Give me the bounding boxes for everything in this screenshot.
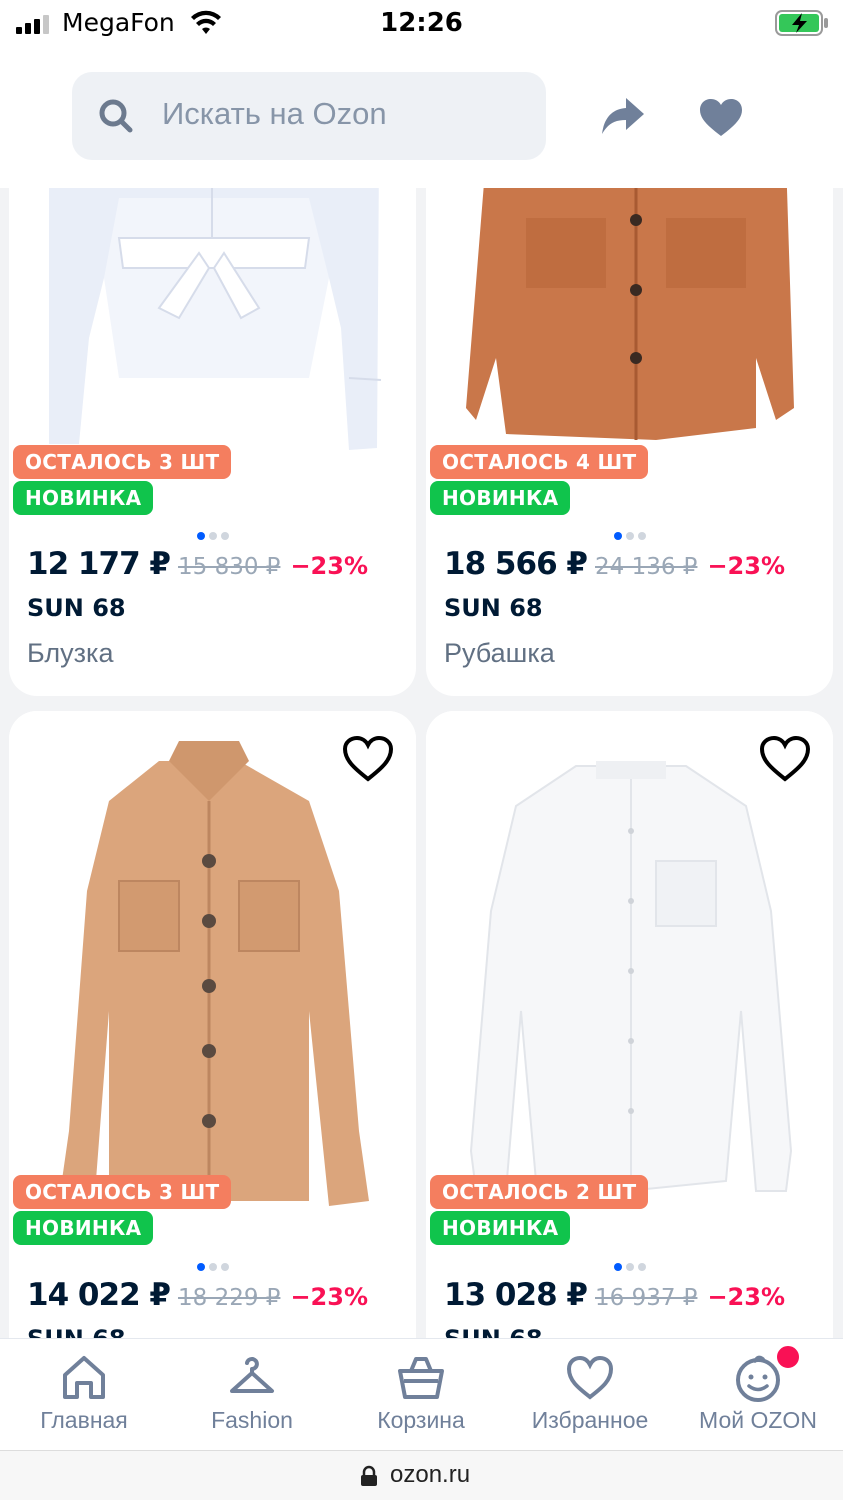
- favorites-header-icon[interactable]: [698, 98, 744, 138]
- clock: 12:26: [380, 8, 463, 38]
- home-icon: [63, 1356, 105, 1399]
- stock-badge: ОСТАЛОСЬ 2 ШТ: [430, 1175, 649, 1209]
- lock-icon: [361, 1465, 377, 1486]
- new-badge: НОВИНКА: [13, 1211, 154, 1245]
- product-name[interactable]: Блузка: [27, 638, 113, 669]
- product-image-blouse[interactable]: [9, 188, 416, 458]
- brand-name: SUN 68: [27, 594, 126, 622]
- image-pager-dots: [9, 1256, 416, 1271]
- new-badge: НОВИНКА: [430, 481, 571, 515]
- image-pager-dots: [426, 525, 833, 540]
- search-input[interactable]: Искать на Ozon: [162, 96, 387, 132]
- share-icon[interactable]: [600, 96, 646, 136]
- old-price: 15 830 ₽: [178, 554, 281, 580]
- price-row: 18 566 ₽ 24 136 ₽ −23%: [444, 546, 785, 586]
- tab-favorites[interactable]: Избранное: [506, 1339, 674, 1451]
- old-price: 18 229 ₽: [178, 1285, 281, 1311]
- heart-icon: [566, 1355, 614, 1400]
- tab-cart[interactable]: Корзина: [337, 1339, 505, 1451]
- discount: −23%: [707, 1283, 785, 1311]
- discount: −23%: [707, 552, 785, 580]
- basket-icon: [398, 1357, 444, 1399]
- product-image-shirt-jacket[interactable]: [9, 711, 416, 1211]
- current-price: 12 177 ₽: [27, 546, 171, 582]
- product-image-corduroy-shirt[interactable]: [426, 188, 833, 458]
- brand-name: SUN 68: [27, 1325, 126, 1338]
- add-to-favorites-button[interactable]: [342, 735, 394, 783]
- browser-address-bar[interactable]: ozon.ru: [0, 1450, 843, 1500]
- price-row: 13 028 ₽ 16 937 ₽ −23%: [444, 1277, 785, 1317]
- current-price: 14 022 ₽: [27, 1277, 171, 1313]
- product-image-white-shirt[interactable]: [426, 711, 833, 1211]
- tab-label: Избранное: [531, 1407, 649, 1433]
- new-badge: НОВИНКА: [430, 1211, 571, 1245]
- stock-badge: ОСТАЛОСЬ 4 ШТ: [430, 445, 649, 479]
- tab-label: Fashion: [211, 1407, 293, 1433]
- app-header: Искать на Ozon: [0, 48, 843, 188]
- hanger-icon: [230, 1357, 274, 1393]
- tab-label: Корзина: [377, 1407, 465, 1433]
- battery-charging-icon: [775, 10, 828, 36]
- product-card[interactable]: ОСТАЛОСЬ 3 ШТ НОВИНКА 14 022 ₽ 18 229 ₽ −2…: [9, 711, 416, 1338]
- brand-name: SUN 68: [444, 594, 543, 622]
- product-grid: ОСТАЛОСЬ 3 ШТ НОВИНКА 12 177 ₽ 15 830 ₽ −2…: [0, 188, 843, 1338]
- price-row: 14 022 ₽ 18 229 ₽ −23%: [27, 1277, 368, 1317]
- current-price: 13 028 ₽: [444, 1277, 588, 1313]
- product-card[interactable]: ОСТАЛОСЬ 3 ШТ НОВИНКА 12 177 ₽ 15 830 ₽ −2…: [9, 188, 416, 696]
- product-card[interactable]: ОСТАЛОСЬ 2 ШТ НОВИНКА 13 028 ₽ 16 937 ₽ −2…: [426, 711, 833, 1338]
- product-card[interactable]: ОСТАЛОСЬ 4 ШТ НОВИНКА 18 566 ₽ 24 136 ₽ −2…: [426, 188, 833, 696]
- stock-badge: ОСТАЛОСЬ 3 ШТ: [13, 1175, 232, 1209]
- stock-badge: ОСТАЛОСЬ 3 ШТ: [13, 445, 232, 479]
- discount: −23%: [290, 552, 368, 580]
- product-name[interactable]: Рубашка: [444, 638, 555, 669]
- url-text: ozon.ru: [390, 1461, 471, 1488]
- tab-home[interactable]: Главная: [0, 1339, 168, 1451]
- bottom-tab-bar: Главная Fashion Корзина Избранное Мой OZ…: [0, 1338, 843, 1450]
- tab-label: Мой OZON: [699, 1407, 817, 1433]
- image-pager-dots: [426, 1256, 833, 1271]
- notification-dot: [774, 1343, 802, 1371]
- discount: −23%: [290, 1283, 368, 1311]
- tab-label: Главная: [40, 1407, 128, 1433]
- tab-my-ozon[interactable]: Мой OZON: [674, 1339, 842, 1451]
- add-to-favorites-button[interactable]: [759, 735, 811, 783]
- price-row: 12 177 ₽ 15 830 ₽ −23%: [27, 546, 368, 586]
- image-pager-dots: [9, 525, 416, 540]
- current-price: 18 566 ₽: [444, 546, 588, 582]
- new-badge: НОВИНКА: [13, 481, 154, 515]
- brand-name: SUN 68: [444, 1325, 543, 1338]
- tab-fashion[interactable]: Fashion: [168, 1339, 336, 1451]
- status-bar: MegaFon 12:26: [0, 0, 843, 48]
- old-price: 16 937 ₽: [595, 1285, 698, 1311]
- search-bar[interactable]: Искать на Ozon: [72, 72, 546, 160]
- search-icon: [99, 99, 133, 133]
- old-price: 24 136 ₽: [595, 554, 698, 580]
